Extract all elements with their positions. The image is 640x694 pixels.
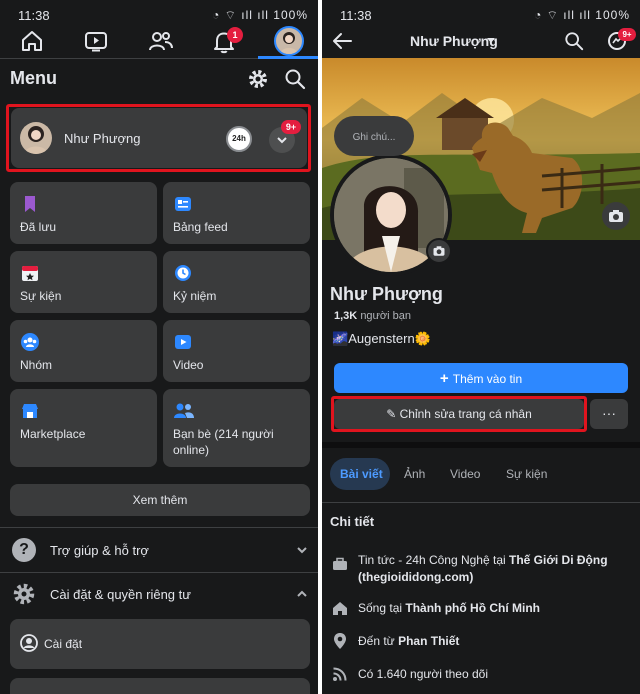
cover-camera-button[interactable] bbox=[602, 202, 630, 230]
tab-1[interactable]: Ảnh bbox=[404, 467, 425, 481]
signal-icon: ◔ ⌔ ıll ıll bbox=[212, 8, 274, 22]
search-icon[interactable] bbox=[564, 31, 584, 51]
status-bar: 11:38 ◔ ⌔ ıll ıll 100% bbox=[0, 0, 318, 30]
settings-privacy-label[interactable]: Cài đặt & quyền riêng tư bbox=[50, 587, 191, 602]
more-options-button[interactable]: ··· bbox=[590, 399, 628, 429]
tab-2[interactable]: Video bbox=[450, 467, 480, 481]
shortcut-marketplace[interactable]: Marketplace bbox=[10, 389, 157, 467]
camera-icon bbox=[433, 246, 445, 256]
plus-icon: + bbox=[439, 370, 453, 387]
status-time: 11:38 bbox=[340, 8, 372, 23]
account-icon bbox=[20, 634, 38, 652]
help-icon: ? bbox=[12, 538, 36, 562]
followers-detail[interactable]: Có 1.640 người theo dõi bbox=[358, 667, 488, 681]
back-arrow-icon[interactable] bbox=[330, 30, 354, 52]
calendar-icon bbox=[20, 263, 40, 283]
clock-icon bbox=[173, 263, 193, 283]
settings-gear-icon[interactable] bbox=[247, 68, 269, 90]
settings-privacy-gear-icon bbox=[12, 582, 36, 606]
notifications-badge: 1 bbox=[227, 27, 243, 43]
header-badge: 9+ bbox=[618, 28, 636, 41]
friends-nav-icon[interactable] bbox=[148, 30, 174, 52]
friends-icon bbox=[173, 401, 194, 421]
sparkle-icon: 🌼 bbox=[414, 331, 431, 346]
profile-name: Như Phượng bbox=[330, 284, 443, 304]
settings-label: Cài đặt bbox=[44, 637, 83, 651]
shortcut-label: Marketplace bbox=[20, 427, 86, 441]
shortcut-label: Sự kiện bbox=[20, 289, 62, 303]
video-icon bbox=[173, 332, 193, 352]
rss-icon bbox=[332, 666, 348, 682]
camera-icon bbox=[609, 210, 623, 222]
chevron-down-icon[interactable] bbox=[296, 545, 308, 555]
groups-icon bbox=[20, 332, 40, 352]
shortcut-label: Nhóm bbox=[20, 358, 53, 372]
briefcase-icon bbox=[332, 556, 348, 572]
battery-level: 100% bbox=[273, 8, 308, 22]
watch-icon[interactable] bbox=[84, 30, 108, 52]
lives-detail: Sống tại Thành phố Hồ Chí Minh bbox=[358, 601, 541, 615]
menu-screen: 11:38 ◔ ⌔ ıll ıll 100% 1 Menu Như Phượng… bbox=[0, 0, 318, 694]
night-icon: 🌌 bbox=[332, 331, 349, 346]
header-profile-name[interactable]: Như Phượng bbox=[410, 33, 498, 49]
shortcut-friends[interactable]: Bạn bè (214 người online) bbox=[163, 389, 310, 467]
home-icon[interactable] bbox=[20, 30, 44, 52]
battery-level: 100% bbox=[595, 8, 630, 22]
highlight-edit-profile bbox=[331, 396, 587, 432]
shortcut-calendar[interactable]: Sự kiện bbox=[10, 251, 157, 313]
status-bar: 11:38 ◔ ⌔ ıll ıll 100% bbox=[322, 0, 640, 30]
location-pin-icon bbox=[333, 632, 347, 650]
home-icon bbox=[332, 600, 348, 616]
shortcut-clock[interactable]: Kỷ niệm bbox=[163, 251, 310, 313]
shortcut-label: Video bbox=[173, 358, 204, 372]
bio-text: Augenstern bbox=[348, 331, 415, 346]
tab-0[interactable]: Bài viết bbox=[340, 467, 383, 481]
shortcut-label: Kỷ niệm bbox=[173, 289, 217, 303]
shortcut-label: Bạn bè (214 người online) bbox=[173, 427, 274, 457]
profile-nav-avatar[interactable] bbox=[274, 26, 304, 56]
tab-3[interactable]: Sự kiện bbox=[506, 467, 547, 481]
signal-icon: ◔ ⌔ ıll ıll bbox=[534, 8, 596, 22]
highlight-profile bbox=[6, 104, 311, 172]
see-more-label: Xem thêm bbox=[132, 493, 188, 507]
friends-label: người bạn bbox=[360, 310, 411, 322]
status-time: 11:38 bbox=[18, 8, 50, 23]
shortcut-label: Bảng feed bbox=[173, 220, 228, 234]
search-icon[interactable] bbox=[284, 68, 306, 90]
work-detail: Tin tức - 24h Công Nghệ tại Thế Giới Di … bbox=[358, 553, 608, 584]
add-story-label: Thêm vào tin bbox=[452, 372, 523, 386]
chevron-up-icon[interactable] bbox=[296, 589, 308, 599]
shortcut-video[interactable]: Video bbox=[163, 320, 310, 382]
feed-icon bbox=[173, 194, 193, 214]
friends-count: 1,3K bbox=[334, 310, 358, 322]
shortcut-groups[interactable]: Nhóm bbox=[10, 320, 157, 382]
bio: 🌌Augenstern🌼 bbox=[332, 331, 431, 347]
menu-title: Menu bbox=[10, 68, 57, 88]
details-title: Chi tiết bbox=[330, 514, 375, 529]
caret-down-icon[interactable] bbox=[486, 37, 496, 45]
shortcut-bookmark[interactable]: Đã lưu bbox=[10, 182, 157, 244]
shortcut-label: Đã lưu bbox=[20, 220, 57, 234]
help-label[interactable]: Trợ giúp & hỗ trợ bbox=[50, 543, 149, 558]
bookmark-icon bbox=[20, 194, 40, 214]
marketplace-icon bbox=[20, 401, 40, 421]
avatar-camera-button[interactable] bbox=[426, 238, 452, 264]
active-tab-indicator bbox=[258, 56, 318, 59]
note-placeholder: Ghi chú... bbox=[352, 132, 396, 143]
next-settings-item[interactable] bbox=[10, 678, 310, 694]
from-detail: Đến từ Phan Thiết bbox=[358, 634, 460, 648]
profile-screen: 11:38 ◔ ⌔ ıll ıll 100% Như Phượng 9+ Ghi… bbox=[322, 0, 640, 694]
shortcut-feed[interactable]: Bảng feed bbox=[163, 182, 310, 244]
